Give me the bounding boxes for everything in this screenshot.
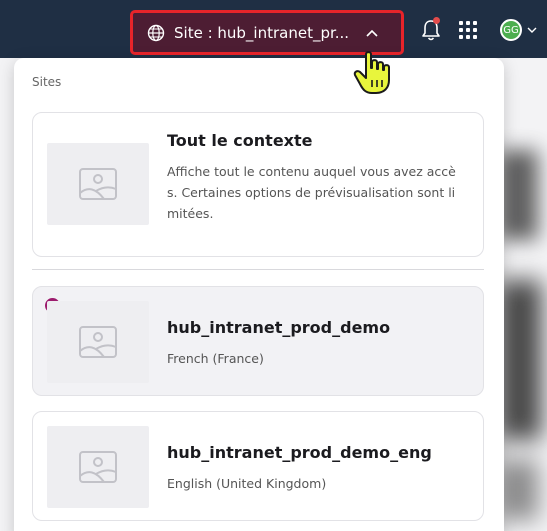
notification-badge (433, 17, 440, 24)
hand-pointer-cursor-icon (353, 51, 390, 94)
chevron-up-icon (366, 29, 378, 37)
site-option-locale: English (United Kingdom) (167, 476, 327, 491)
site-option-description: Affiche tout le contenu auquel vous avez… (167, 164, 456, 221)
image-placeholder-icon (79, 326, 117, 358)
site-thumbnail (47, 143, 149, 225)
dropdown-title: Sites (32, 75, 62, 89)
image-placeholder-icon (79, 168, 117, 200)
site-selector-label: Site : hub_intranet_pr... (174, 23, 350, 42)
site-thumbnail (47, 301, 149, 383)
site-option-all-context[interactable]: Tout le contexte Affiche tout le contenu… (32, 112, 484, 257)
site-option-title: Tout le contexte (167, 131, 313, 150)
site-option-locale: French (France) (167, 351, 264, 366)
site-dropdown-panel: Sites Tout le contexte Affiche tout le c… (14, 58, 504, 531)
site-option-prod-demo[interactable]: hub_intranet_prod_demo French (France) (32, 286, 484, 396)
image-placeholder-icon (79, 451, 117, 483)
globe-icon (147, 24, 165, 41)
site-selector-button[interactable]: Site : hub_intranet_pr... (130, 10, 404, 55)
blurred-content (498, 460, 538, 520)
site-option-title: hub_intranet_prod_demo_eng (167, 443, 432, 462)
user-avatar[interactable]: GG (500, 19, 522, 41)
site-option-prod-demo-eng[interactable]: hub_intranet_prod_demo_eng English (Unit… (32, 411, 484, 521)
apps-grid-icon[interactable] (459, 21, 477, 39)
site-option-title: hub_intranet_prod_demo (167, 318, 391, 337)
top-navigation-bar: Site : hub_intranet_pr... GG (0, 0, 547, 58)
chevron-down-icon[interactable] (527, 26, 537, 34)
site-thumbnail (47, 426, 149, 508)
divider (32, 269, 484, 270)
blurred-content (498, 150, 538, 240)
blurred-content (498, 280, 542, 440)
